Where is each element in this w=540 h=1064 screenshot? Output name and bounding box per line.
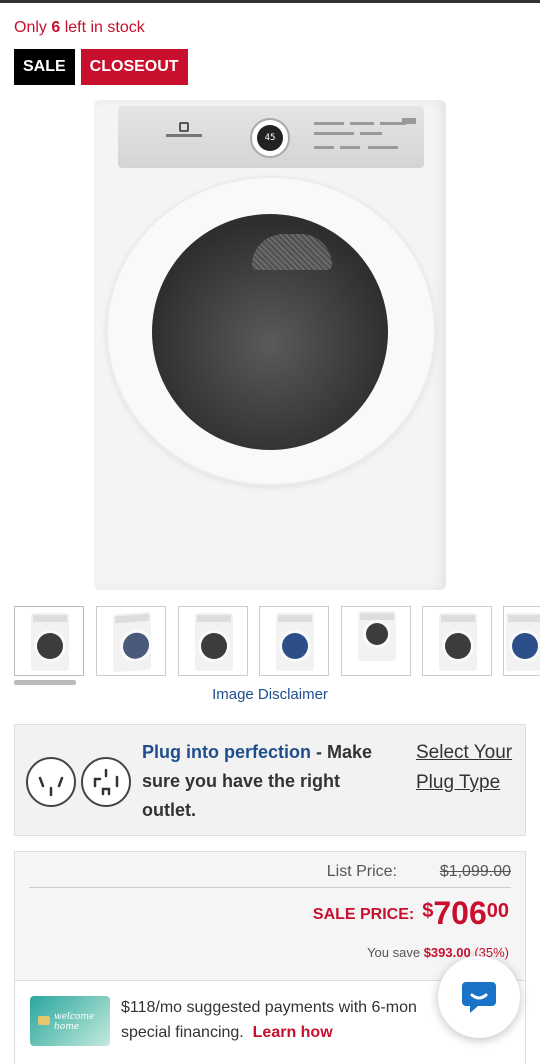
outlet-3prong-icon [26, 757, 76, 807]
chat-bubble-icon [462, 982, 496, 1013]
price-divider [29, 887, 511, 888]
thumbnail-strip[interactable] [14, 606, 540, 676]
thumbnail[interactable] [178, 606, 248, 676]
plug-info-box: Plug into perfection - Make sure you hav… [14, 724, 526, 836]
price-box: List Price: $1,099.00 SALE PRICE: $ 706 … [14, 851, 526, 1064]
plug-headline: Plug into perfection [142, 742, 311, 762]
dryer-control-panel: 45 [118, 106, 424, 168]
thumbnail[interactable] [259, 606, 329, 676]
financing-text: $118/mo suggested payments with 6-mon spe… [121, 999, 417, 1041]
sale-price-dollars: 706 [433, 895, 487, 931]
dryer-display: 45 [257, 125, 283, 151]
thumbnail[interactable] [96, 606, 166, 676]
closeout-badge: CLOSEOUT [80, 49, 188, 85]
stock-notice: Only 6 left in stock [14, 19, 145, 36]
list-price-label: List Price: [326, 863, 397, 880]
list-price-row: List Price: $1,099.00 [29, 862, 511, 888]
outlet-4prong-icon [81, 757, 131, 807]
sale-price-label: SALE PRICE: [312, 906, 415, 923]
list-price-value: $1,099.00 [439, 863, 511, 880]
dryer-body: 45 [94, 100, 446, 590]
thumbnail[interactable] [422, 606, 492, 676]
credit-card-image: welcome home [30, 996, 110, 1046]
product-main-image[interactable]: 45 [94, 100, 446, 590]
thumbnail[interactable] [14, 606, 84, 676]
thumbnail[interactable] [341, 606, 411, 676]
plug-message: Plug into perfection - Make sure you hav… [142, 742, 373, 820]
brand-logo [166, 122, 202, 138]
dryer-door [108, 178, 434, 484]
dryer-dial: 45 [250, 118, 290, 158]
select-plug-type-link[interactable]: Select Your Plug Type [416, 738, 516, 798]
learn-how-link[interactable]: Learn how [253, 1024, 333, 1041]
top-border [0, 0, 540, 3]
sale-price-cents: 00 [486, 900, 509, 922]
image-disclaimer-link[interactable]: Image Disclaimer [0, 686, 540, 703]
dryer-door-window [152, 214, 388, 450]
sale-price-row: SALE PRICE: $ 706 00 [313, 896, 509, 932]
currency-symbol: $ [422, 900, 434, 922]
lint-vent [252, 234, 332, 270]
chat-button[interactable] [438, 956, 520, 1038]
thumbnail[interactable] [503, 606, 540, 676]
sale-badge: SALE [14, 49, 75, 85]
stock-count: 6 [51, 19, 61, 36]
badges: SALE CLOSEOUT [14, 49, 188, 85]
thumbnail-scroll-indicator[interactable] [14, 680, 76, 685]
